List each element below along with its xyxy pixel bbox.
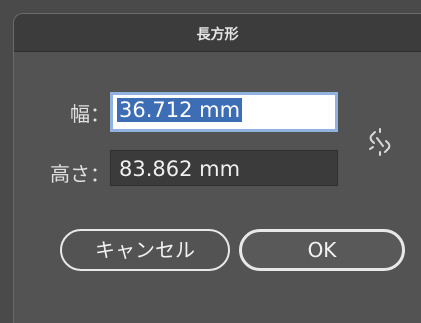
height-field[interactable]: 83.862 mm — [110, 150, 338, 186]
dialog-title: 長方形 — [196, 27, 239, 43]
rectangle-dialog: 長方形 幅： 36.712 mm 高さ： 83.862 mm キャンセル OK — [13, 13, 421, 323]
title-bar[interactable]: 長方形 — [14, 14, 421, 52]
width-field[interactable]: 36.712 mm — [110, 92, 338, 132]
unlink-chain-icon[interactable] — [366, 127, 394, 157]
width-value: 36.712 mm — [117, 98, 243, 122]
ok-button[interactable]: OK — [239, 229, 405, 271]
height-label: 高さ： — [50, 162, 110, 186]
width-label: 幅： — [70, 102, 110, 126]
cancel-button[interactable]: キャンセル — [60, 229, 230, 271]
